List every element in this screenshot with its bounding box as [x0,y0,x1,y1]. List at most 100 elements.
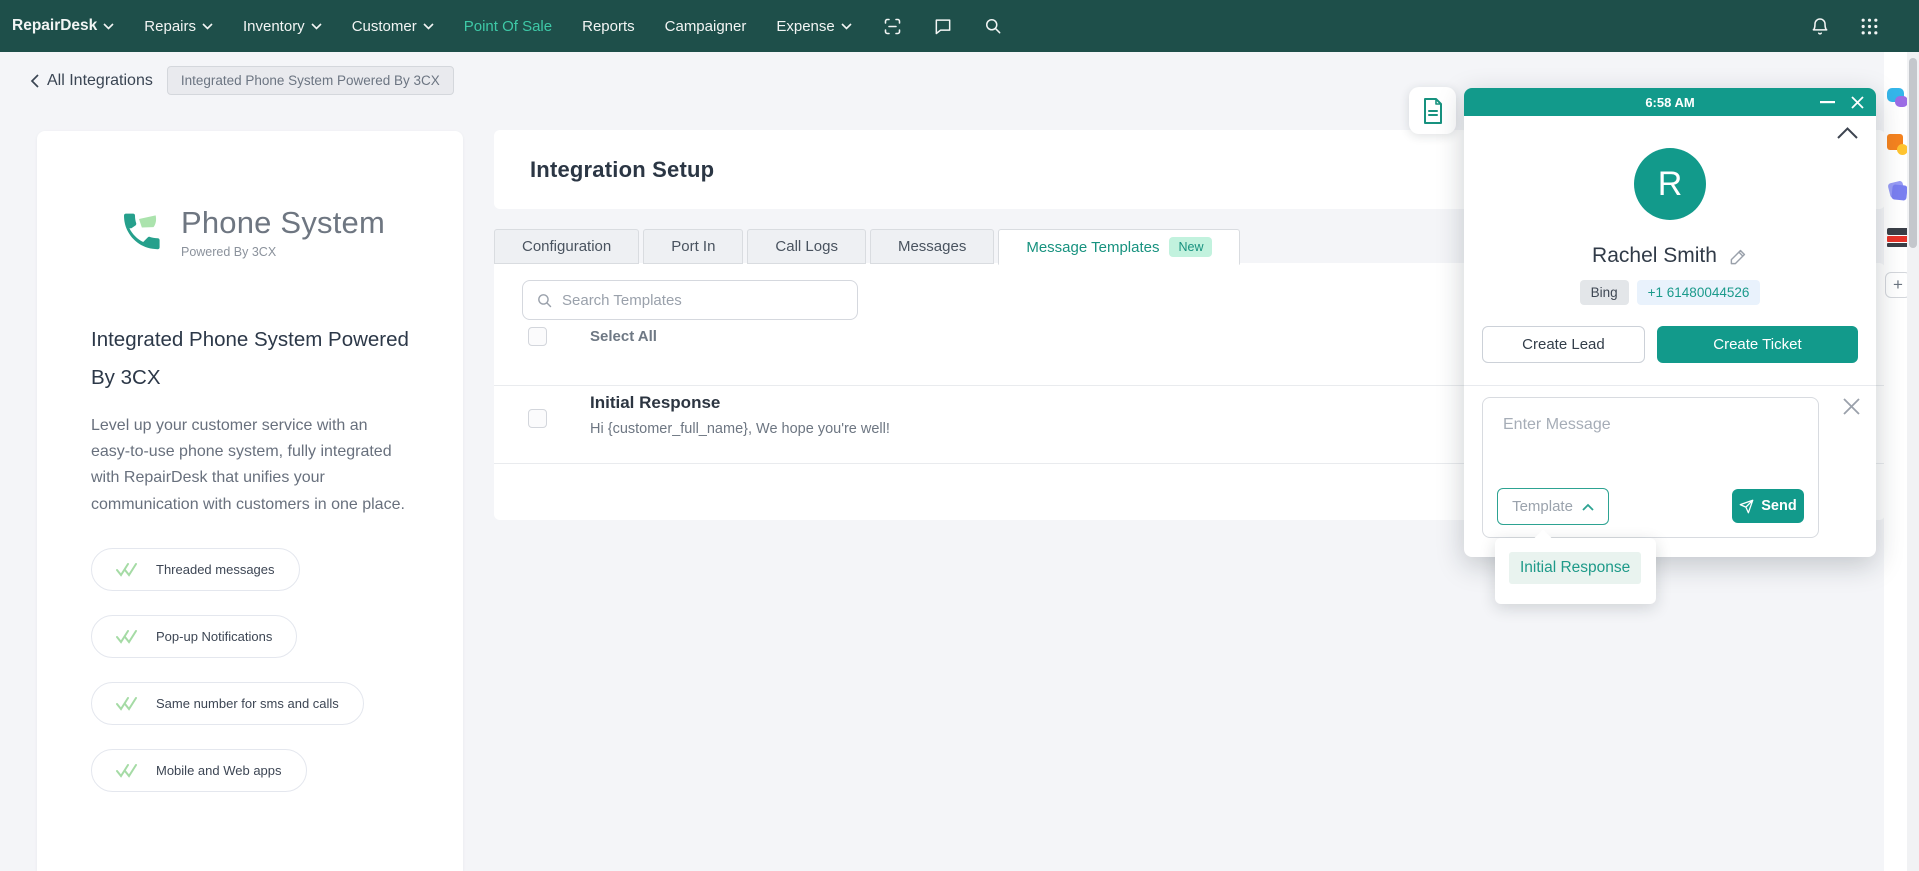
tab-label: Call Logs [775,238,838,255]
feature-pill: Mobile and Web apps [91,749,307,792]
integration-heading: Integrated Phone System Powered By 3CX [91,321,409,397]
page-scrollbar[interactable] [1907,52,1919,871]
nav-item-expense[interactable]: Expense [776,18,851,35]
tab-port-in[interactable]: Port In [643,229,743,264]
chevron-down-icon [841,23,852,30]
template-dropdown-button[interactable]: Template [1497,488,1609,525]
phone-system-logo: Phone System Powered By 3CX [91,205,409,259]
notes-fab-button[interactable] [1409,87,1456,134]
send-plane-icon [1739,499,1754,514]
stack-app-icon[interactable] [1887,226,1909,248]
breadcrumb-badge: Integrated Phone System Powered By 3CX [167,66,454,95]
template-button-label: Template [1512,498,1573,515]
bell-icon[interactable] [1810,16,1830,37]
nav-label: RepairDesk [12,17,97,35]
collapse-chevron-icon[interactable] [1837,126,1858,144]
close-icon[interactable] [1851,96,1864,109]
template-preview-text: Hi {customer_full_name}, We hope you're … [590,421,890,437]
tab-message-templates[interactable]: Message Templates New [998,229,1240,265]
feature-label: Same number for sms and calls [156,696,339,711]
minimize-icon[interactable] [1820,101,1835,104]
nav-item-customer[interactable]: Customer [352,18,434,35]
phone-number-badge[interactable]: +1 61480044526 [1637,280,1761,305]
nav-label: Expense [776,18,834,35]
double-check-icon [116,763,140,778]
tab-bar: Configuration Port In Call Logs Messages… [494,229,1240,265]
page-title: Integration Setup [530,157,714,183]
message-input[interactable] [1483,398,1818,476]
avatar-letter: R [1658,165,1683,204]
tab-call-logs[interactable]: Call Logs [747,229,866,264]
select-all-label: Select All [590,328,657,345]
chat-widget: 6:58 AM R Rachel Smith Bing +1 614800445… [1464,88,1876,557]
template-dropdown-menu: Initial Response [1495,538,1656,604]
top-nav: RepairDesk Repairs Inventory Customer Po… [0,0,1919,52]
messaging-app-icon[interactable] [1887,88,1909,110]
scan-icon[interactable] [882,16,903,37]
template-row-checkbox[interactable] [528,409,547,428]
back-label: All Integrations [47,72,153,90]
contact-name: Rachel Smith [1592,244,1717,268]
compose-close-icon[interactable] [1843,398,1860,415]
template-search-input[interactable] [562,292,844,309]
apps-grid-icon[interactable] [1860,17,1879,36]
tab-label: Port In [671,238,715,255]
nav-label: Campaigner [665,18,747,35]
nav-label: Repairs [144,18,196,35]
double-check-icon [116,629,140,644]
document-icon [1422,98,1444,124]
create-lead-button[interactable]: Create Lead [1482,326,1645,363]
contact-avatar: R [1634,148,1706,220]
tab-configuration[interactable]: Configuration [494,229,639,264]
chat-time: 6:58 AM [1645,95,1694,110]
new-badge: New [1169,237,1212,257]
tab-label: Configuration [522,238,611,255]
orange-app-icon[interactable] [1887,134,1909,156]
chevron-down-icon [311,23,322,30]
nav-item-reports[interactable]: Reports [582,18,635,35]
feature-label: Pop-up Notifications [156,629,272,644]
send-label: Send [1761,498,1796,514]
nav-item-repairs[interactable]: Repairs [144,18,213,35]
double-check-icon [116,696,140,711]
divider [1464,385,1876,386]
phone-icon [115,205,167,257]
template-search-box [522,280,858,320]
message-compose-box: Template Send [1482,397,1819,538]
select-all-checkbox[interactable] [528,327,547,346]
nav-item-point-of-sale[interactable]: Point Of Sale [464,18,552,35]
chevron-down-icon [103,23,114,30]
create-ticket-button[interactable]: Create Ticket [1657,326,1858,363]
chat-icon[interactable] [933,16,953,36]
nav-item-repairdesk[interactable]: RepairDesk [12,17,114,35]
integration-info-panel: Phone System Powered By 3CX Integrated P… [37,131,463,871]
search-icon[interactable] [983,16,1003,36]
feature-pill: Threaded messages [91,548,300,591]
nav-item-campaigner[interactable]: Campaigner [665,18,747,35]
logo-subtitle: Powered By 3CX [181,245,385,259]
tab-messages[interactable]: Messages [870,229,994,264]
chevron-up-icon [1582,503,1594,511]
chevron-left-icon [30,74,39,88]
edit-pencil-icon[interactable] [1729,247,1748,266]
nav-label: Point Of Sale [464,18,552,35]
back-all-integrations-link[interactable]: All Integrations [30,72,153,90]
chevron-down-icon [202,23,213,30]
dropdown-item-initial-response[interactable]: Initial Response [1509,552,1641,584]
tab-label: Messages [898,238,966,255]
chat-header[interactable]: 6:58 AM [1464,88,1876,116]
tab-label: Message Templates [1026,239,1159,256]
feature-pill: Same number for sms and calls [91,682,364,725]
nav-label: Inventory [243,18,305,35]
nav-label: Reports [582,18,635,35]
search-icon [536,292,553,309]
send-button[interactable]: Send [1732,489,1804,523]
template-name[interactable]: Initial Response [590,393,720,413]
feature-label: Mobile and Web apps [156,763,282,778]
scrollbar-thumb[interactable] [1909,58,1917,248]
feature-pill: Pop-up Notifications [91,615,297,658]
purple-app-icon[interactable] [1887,180,1909,202]
feature-label: Threaded messages [156,562,275,577]
chevron-down-icon [423,23,434,30]
nav-item-inventory[interactable]: Inventory [243,18,322,35]
